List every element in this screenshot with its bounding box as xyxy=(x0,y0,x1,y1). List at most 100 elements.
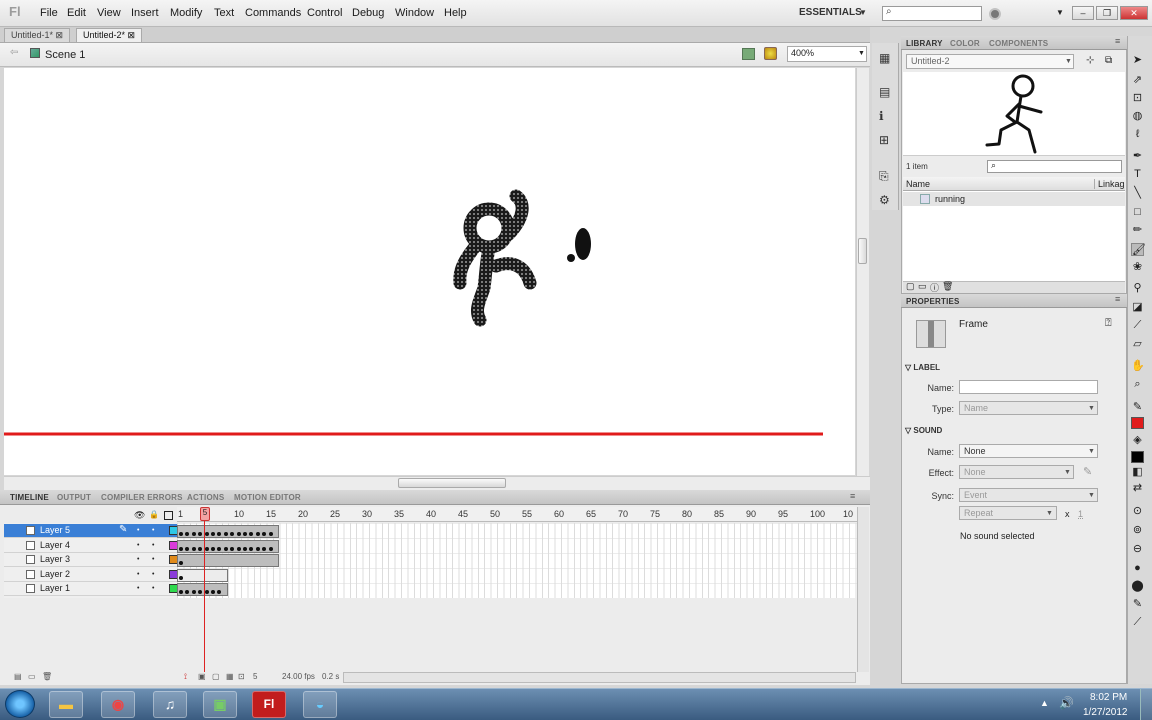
keyframe-dot[interactable] xyxy=(179,547,183,551)
frame-span-layer3[interactable] xyxy=(177,554,279,567)
vertical-scroll-thumb[interactable] xyxy=(858,238,867,264)
horizontal-scroll-thumb[interactable] xyxy=(398,478,506,488)
keyframe-dot[interactable] xyxy=(204,532,209,536)
tab-output[interactable]: OUTPUT xyxy=(57,493,91,502)
tab-motion-editor[interactable]: MOTION EDITOR xyxy=(234,493,301,502)
new-library-panel-icon[interactable]: ⧉ xyxy=(1105,55,1112,66)
media-taskbar-button[interactable]: ▣ xyxy=(203,691,237,718)
new-folder-icon[interactable]: ▭ xyxy=(28,672,36,681)
close-icon[interactable]: ⊠ xyxy=(128,30,136,40)
visibility-dot[interactable]: • xyxy=(137,585,139,592)
keyframe-dot[interactable] xyxy=(236,547,241,551)
sound-effect-select[interactable]: None xyxy=(959,465,1074,479)
center-frame-icon[interactable]: ⟟ xyxy=(184,672,187,682)
tab-library[interactable]: LIBRARY xyxy=(906,39,943,48)
brush-shape-icon[interactable]: ● xyxy=(1131,562,1144,575)
library-item-running[interactable]: running xyxy=(903,192,1125,206)
chevron-down-icon[interactable]: ▼ xyxy=(1064,469,1071,476)
tilt-icon[interactable]: ⟋ xyxy=(1131,616,1144,629)
timeline-horizontal-scrollbar[interactable] xyxy=(343,672,856,683)
lock-dot[interactable]: • xyxy=(152,542,154,549)
selection-tool-icon[interactable]: ➤ xyxy=(1131,54,1144,67)
sound-repeat-select[interactable]: Repeat xyxy=(959,506,1057,520)
transform-icon[interactable]: ⊞ xyxy=(879,134,892,146)
panel-menu-icon[interactable]: ≡ xyxy=(850,491,855,501)
sound-sync-select[interactable]: Event xyxy=(959,488,1098,502)
workspace-switcher[interactable]: ESSENTIALS xyxy=(799,7,862,18)
pressure-icon[interactable]: ✎ xyxy=(1131,598,1144,611)
keyframe-dot[interactable] xyxy=(243,547,247,551)
chevron-down-icon[interactable]: ▼ xyxy=(1088,492,1095,499)
outline-icon[interactable] xyxy=(164,511,173,520)
frame-grid[interactable] xyxy=(177,523,857,598)
frame-rate[interactable]: 24.00 fps xyxy=(282,672,315,681)
restore-button[interactable]: ❐ xyxy=(1096,6,1118,20)
onion-skin-icon[interactable]: ▣ xyxy=(198,672,206,681)
modify-markers-icon[interactable]: ⊡ xyxy=(238,672,245,681)
eye-icon[interactable]: 👁 xyxy=(134,510,145,521)
tab-properties[interactable]: PROPERTIES xyxy=(906,297,960,306)
sound-section-toggle[interactable]: ▽ SOUND xyxy=(905,426,942,435)
menu-text[interactable]: Text xyxy=(214,7,234,19)
lock-dot[interactable]: • xyxy=(152,571,154,578)
chevron-down-icon[interactable]: ▼ xyxy=(1088,405,1095,412)
library-search-input[interactable]: ⌕ xyxy=(987,160,1122,173)
lock-dot[interactable]: • xyxy=(152,556,154,563)
tab-color[interactable]: COLOR xyxy=(950,39,980,48)
edit-scene-icon[interactable] xyxy=(742,48,755,60)
layer-name[interactable]: Layer 4 xyxy=(40,540,70,550)
layer-row-5[interactable]: Layer 5 ✎ • • xyxy=(4,524,178,538)
help-icon[interactable]: ⍰ xyxy=(1105,317,1112,330)
new-symbol-icon[interactable]: ▢ xyxy=(906,281,915,292)
keyframe-dot[interactable] xyxy=(179,590,183,594)
onion-outline-icon[interactable]: ▢ xyxy=(212,672,220,681)
zoom-tool-icon[interactable]: ⌕ xyxy=(1131,378,1144,391)
panel-menu-icon[interactable]: ≡ xyxy=(1115,294,1120,304)
chevron-down-icon[interactable]: ▼ xyxy=(859,8,867,17)
keyframe-dot[interactable] xyxy=(268,532,273,536)
menu-insert[interactable]: Insert xyxy=(131,7,159,19)
line-tool-icon[interactable]: ╲ xyxy=(1131,187,1144,200)
lock-icon[interactable]: 🔒 xyxy=(149,510,159,519)
explorer-taskbar-button[interactable]: ▬ xyxy=(49,691,83,718)
pen-tool-icon[interactable]: ✒ xyxy=(1131,150,1144,163)
3d-rotation-tool-icon[interactable]: ◍ xyxy=(1131,110,1144,123)
help-search-input[interactable] xyxy=(882,6,982,21)
sound-name-select[interactable]: None xyxy=(959,444,1098,458)
frame-label-name-input[interactable] xyxy=(959,380,1098,394)
frame-span-layer2[interactable] xyxy=(177,569,228,582)
start-button[interactable] xyxy=(5,690,35,718)
stroke-color-icon[interactable]: ✎ xyxy=(1131,401,1144,414)
fill-color-icon[interactable]: ◈ xyxy=(1131,434,1144,447)
close-icon[interactable]: ⊠ xyxy=(56,30,64,40)
chevron-down-icon[interactable]: ▼ xyxy=(1056,8,1064,17)
text-tool-icon[interactable]: T xyxy=(1131,168,1144,181)
menu-debug[interactable]: Debug xyxy=(352,7,384,19)
chevron-down-icon[interactable]: ▼ xyxy=(1088,448,1095,455)
label-section-toggle[interactable]: ▽ LABEL xyxy=(905,363,940,372)
keyframe-dot[interactable] xyxy=(211,532,215,536)
visibility-dot[interactable]: • xyxy=(137,556,139,563)
code-snippets-icon[interactable]: ⎘ xyxy=(879,170,892,182)
keyframe-dot[interactable] xyxy=(211,590,215,594)
pencil-tool-icon[interactable]: ✏ xyxy=(1131,224,1144,237)
lock-dot[interactable]: • xyxy=(152,527,154,534)
lock-dot[interactable]: • xyxy=(152,585,154,592)
menu-modify[interactable]: Modify xyxy=(170,7,202,19)
menu-edit[interactable]: Edit xyxy=(67,7,86,19)
delete-icon[interactable]: 🗑 xyxy=(42,672,52,681)
snap-to-objects-icon[interactable]: ⊙ xyxy=(1131,505,1144,518)
brush-shape-large-icon[interactable]: ⬤ xyxy=(1131,580,1144,593)
chevron-down-icon[interactable]: ▼ xyxy=(1046,510,1053,517)
align-icon[interactable]: ▤ xyxy=(879,86,892,98)
new-folder-icon[interactable]: ▭ xyxy=(918,281,927,292)
keyframe-dot[interactable] xyxy=(191,590,196,594)
tab-untitled-1[interactable]: Untitled-1* ⊠ xyxy=(4,28,71,42)
chevron-down-icon[interactable]: ▼ xyxy=(858,50,865,57)
tab-actions[interactable]: ACTIONS xyxy=(187,493,224,502)
show-desktop-button[interactable] xyxy=(1140,689,1152,720)
swap-colors-icon[interactable]: ⇄ xyxy=(1131,482,1144,495)
pin-icon[interactable]: ⊹ xyxy=(1086,55,1094,66)
layer-name[interactable]: Layer 1 xyxy=(40,583,70,593)
edit-symbols-icon[interactable] xyxy=(764,47,777,60)
